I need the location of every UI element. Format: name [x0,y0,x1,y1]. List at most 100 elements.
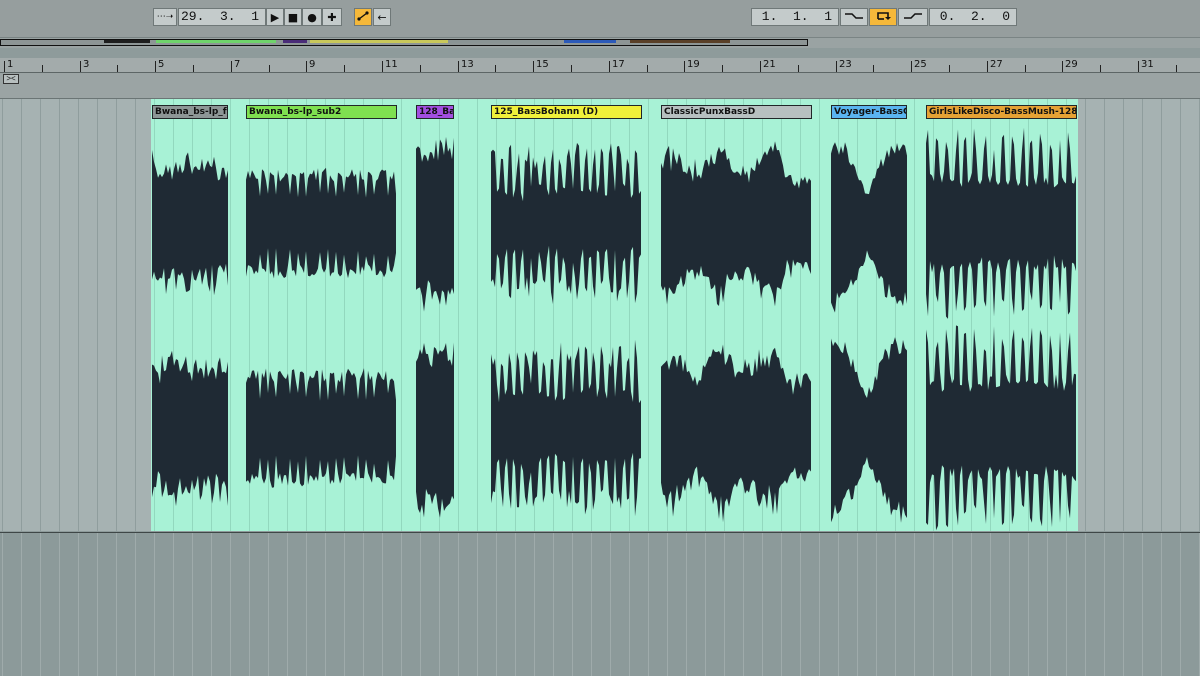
empty-track-area[interactable] [0,532,1200,676]
grid-line [21,533,22,676]
ruler-tick [987,61,988,72]
automation-arm-icon [357,10,369,24]
grid-line [268,533,269,676]
overdub-button[interactable]: ✚ [322,8,342,26]
clip-header[interactable]: 125_BassBohann (D) [491,105,642,119]
clip-header[interactable]: Voyager-BassC [831,105,907,119]
ruler-tick [1100,65,1101,72]
grid-line [192,533,193,676]
grid-line [97,533,98,676]
audio-waveform-right [491,339,641,517]
grid-line [705,533,706,676]
grid-line [933,533,934,676]
ruler-tick [684,61,685,72]
grid-line [344,533,345,676]
record-button[interactable]: ● [302,8,322,26]
grid-line [1047,533,1048,676]
ruler-bar-number: 11 [385,59,398,70]
ruler-tick [1176,65,1177,72]
punch-in-button[interactable] [840,8,868,26]
grid-line [1085,533,1086,676]
ruler-bar-number: 31 [1141,59,1154,70]
ruler-bar-number: 15 [536,59,549,70]
ruler-tick [420,65,421,72]
ruler-bar-number: 5 [158,59,165,70]
follow-arrow-icon: ⋯➝ [156,12,174,22]
ruler-bar-number: 9 [309,59,316,70]
grid-line [876,533,877,676]
audio-waveform-right [926,325,1076,531]
stop-icon: ■ [287,10,299,24]
grid-line [534,533,535,676]
grid-line [1180,533,1181,676]
audio-waveform-right [416,342,454,518]
transport-bar: ⋯➝ 29. 3. 1 ▶ ■ ● ✚ ← 1. 1. 1 0. 2. 0 [0,0,1200,38]
grid-line [572,533,573,676]
grid-line [439,533,440,676]
ruler-bar-number: 27 [990,59,1003,70]
grid-line [629,533,630,676]
grid-line [648,533,649,676]
clip-header[interactable]: Bwana_bs-lp_fu [152,105,228,119]
loop-start-display[interactable]: 1. 1. 1 [751,8,839,26]
record-icon: ● [307,10,317,24]
grid-line [249,533,250,676]
ruler-tick [42,65,43,72]
ruler-tick [873,65,874,72]
grid-line [1142,533,1143,676]
ruler-bar-number: 7 [234,59,241,70]
loop-brace-icon[interactable]: >< [3,74,19,84]
arrangement-track-area[interactable]: Bwana_bs-lp_fu Bwana_bs-lp_sub2 128_Ba 125_… [0,99,1200,531]
clip-header[interactable]: 128_Ba [416,105,454,119]
back-to-arrangement-button[interactable]: ← [373,8,391,26]
ruler-tick [193,65,194,72]
grid-line [686,533,687,676]
grid-line [1066,533,1067,676]
grid-line [306,533,307,676]
audio-waveform-left [661,141,811,307]
punch-out-button[interactable] [898,8,928,26]
punch-out-icon [903,11,923,24]
grid-line [971,533,972,676]
automation-arm-button[interactable] [354,8,372,26]
grid-line [1028,533,1029,676]
clip-header[interactable]: GirlsLikeDisco-BassMush-128bp [926,105,1077,119]
loop-switch-button[interactable] [869,8,897,26]
grid-line [1104,533,1105,676]
grid-line [914,533,915,676]
song-position-display[interactable]: 29. 3. 1 [178,8,266,26]
grid-line [2,533,3,676]
ruler-bar-number: 29 [1065,59,1078,70]
grid-line [610,533,611,676]
stop-button[interactable]: ■ [284,8,302,26]
arrangement-overview[interactable] [0,38,1200,48]
loop-length-display[interactable]: 0. 2. 0 [929,8,1017,26]
clip-header[interactable]: Bwana_bs-lp_sub2 [246,105,397,119]
ruler-tick [495,65,496,72]
grid-line [591,533,592,676]
overview-clip-segment [564,40,616,43]
grid-line [857,533,858,676]
grid-line [287,533,288,676]
ruler-tick [533,61,534,72]
grid-line [1123,533,1124,676]
grid-line [952,533,953,676]
ruler-tick [949,65,950,72]
ruler-bar-number: 13 [461,59,474,70]
plus-icon: ✚ [327,10,337,24]
audio-waveform-left [831,142,907,313]
play-button[interactable]: ▶ [266,8,284,26]
grid-line [515,533,516,676]
ruler-tick [155,61,156,72]
audio-waveform-right [661,344,811,523]
follow-button[interactable]: ⋯➝ [153,8,177,26]
grid-line [211,533,212,676]
grid-line [496,533,497,676]
audio-waveform-right [831,337,907,523]
clip-header[interactable]: ClassicPunxBassD [661,105,812,119]
ruler-tick [722,65,723,72]
grid-line [1009,533,1010,676]
grid-line [781,533,782,676]
beat-time-ruler[interactable]: 1 3 5 7 9 11 13 15 17 19 21 23 25 27 29 31 [0,58,1200,73]
scrub-area[interactable]: >< [0,73,1200,99]
